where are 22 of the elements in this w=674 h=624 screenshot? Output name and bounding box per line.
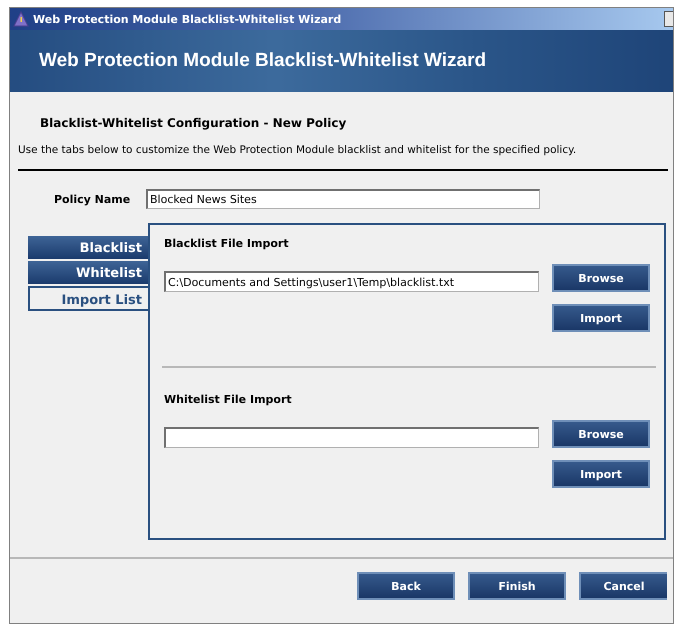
wizard-button[interactable]: Finish [468, 572, 566, 600]
wizard-button[interactable]: Cancel [579, 572, 667, 600]
section-title: Blacklist File Import [164, 237, 290, 250]
tab[interactable]: Blacklist [28, 236, 148, 261]
file-path-field[interactable] [164, 427, 539, 448]
action-button[interactable]: Import [552, 460, 650, 488]
window-title: Web Protection Module Blacklist-Whitelist Wizard [33, 12, 342, 26]
action-button[interactable]: Browse [552, 420, 650, 448]
tab[interactable]: Whitelist [28, 261, 148, 286]
action-button[interactable]: Import [552, 304, 650, 332]
wizard-button[interactable]: Back [357, 572, 455, 600]
description-text: Use the tabs below to customize the Web Protection Module blacklist and whitelist for the specified policy. [18, 144, 578, 156]
close-button[interactable] [664, 11, 673, 27]
banner-title: Web Protection Module Blacklist-Whitelist Wizard [39, 50, 486, 72]
section-title: Whitelist File Import [164, 393, 293, 406]
section-heading: Blacklist-Whitelist Configuration - New Policy [40, 116, 348, 130]
warning-triangle-icon [13, 11, 29, 27]
action-button[interactable]: Browse [552, 264, 650, 292]
file-path-field[interactable]: C:\Documents and Settings\user1\Temp\blacklist.txt [164, 271, 539, 292]
policy-name-field[interactable]: Blocked News Sites [146, 189, 540, 209]
tab[interactable]: Import List [28, 286, 150, 311]
field-label: Policy Name [54, 192, 132, 206]
